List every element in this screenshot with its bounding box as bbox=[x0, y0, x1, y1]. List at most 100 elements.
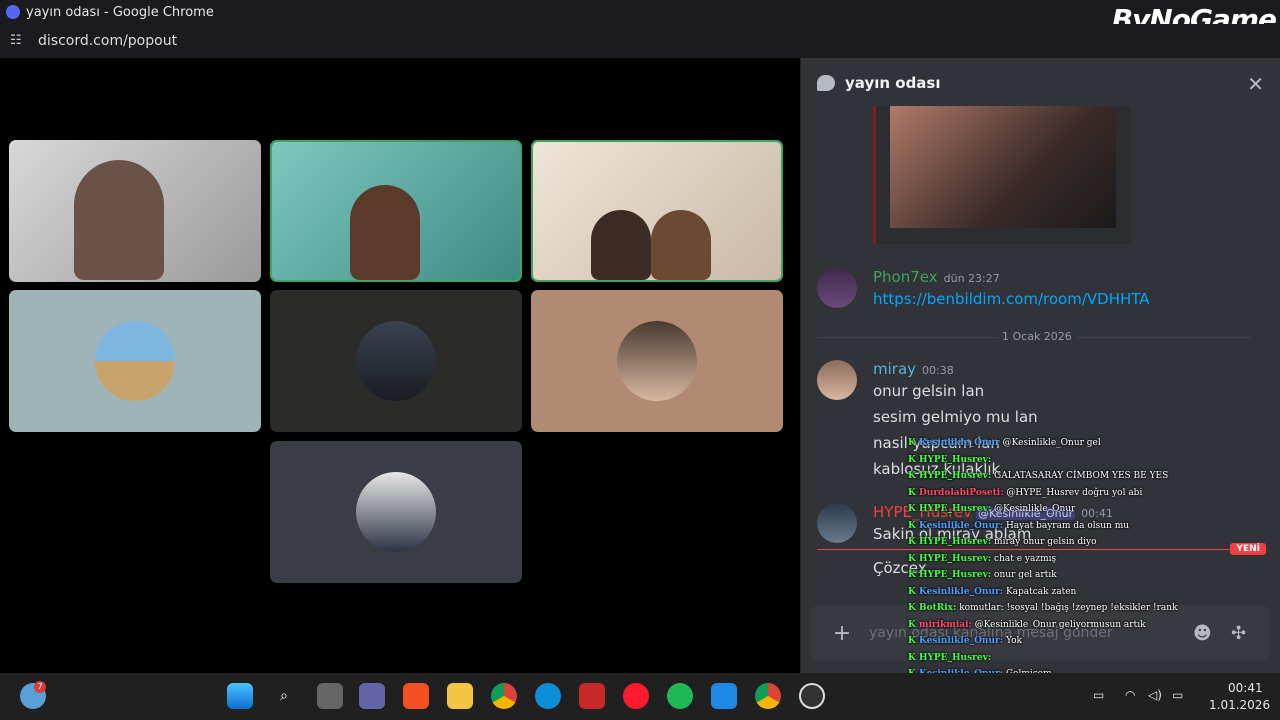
window-title: yayın odası - Google Chrome bbox=[26, 4, 214, 20]
channel-name: yayın odası bbox=[845, 74, 941, 92]
message-link[interactable]: https://benbildim.com/room/VDHHTA bbox=[873, 290, 1150, 308]
video-tile[interactable] bbox=[9, 140, 261, 282]
video-player-icon[interactable] bbox=[579, 683, 605, 709]
video-grid bbox=[0, 58, 800, 673]
overlay-badge-icon: K bbox=[908, 652, 919, 663]
new-messages-badge[interactable]: YENİ bbox=[1230, 543, 1266, 555]
start-icon[interactable] bbox=[227, 683, 253, 709]
add-attachment-icon[interactable]: + bbox=[827, 621, 857, 646]
spotify-icon[interactable] bbox=[667, 683, 693, 709]
overlay-badge-icon: K bbox=[908, 487, 919, 498]
overlay-username: DurdolabiPoseti: bbox=[918, 487, 1004, 498]
message-author[interactable]: miray bbox=[873, 360, 916, 378]
battery-icon[interactable]: ▭ bbox=[1172, 688, 1183, 702]
overlay-badge-icon: K bbox=[908, 603, 919, 613]
address-bar[interactable]: ☷ discord.com/popout bbox=[0, 24, 1280, 58]
chrome-icon[interactable] bbox=[491, 683, 517, 709]
video-tile[interactable] bbox=[531, 290, 783, 432]
overlay-chat-line: K Kesinlikle_Onur: Kapatcak zaten bbox=[908, 587, 1188, 604]
browser-titlebar: yayın odası - Google Chrome bbox=[0, 0, 1280, 24]
clock-date[interactable]: 1.01.2026 bbox=[1209, 698, 1270, 712]
url-text: discord.com/popout bbox=[38, 33, 178, 49]
overlay-badge-icon: K bbox=[908, 454, 919, 465]
video-tile[interactable] bbox=[531, 140, 783, 282]
weather-badge: 7 bbox=[34, 681, 46, 693]
video-tile[interactable] bbox=[270, 140, 522, 282]
overlay-username: HYPE_Husrev: bbox=[918, 537, 992, 547]
date-divider-label: 1 Ocak 2026 bbox=[998, 330, 1076, 343]
overlay-badge-icon: K bbox=[908, 471, 919, 481]
discord-icon bbox=[6, 5, 20, 19]
overlay-chat-line: K HYPE_Husrev: onur gel artık bbox=[908, 570, 1188, 587]
opera-icon[interactable] bbox=[623, 683, 649, 709]
video-tile[interactable] bbox=[9, 290, 261, 432]
keyboard-icon[interactable]: ▭ bbox=[1093, 688, 1104, 702]
message-time: dün 23:27 bbox=[943, 272, 1000, 285]
overlay-username: BotRix: bbox=[918, 603, 957, 613]
overlay-message: onur gel artık bbox=[994, 570, 1057, 580]
message-author[interactable]: Phon7ex bbox=[873, 268, 938, 286]
store-icon[interactable] bbox=[403, 683, 429, 709]
vpn-icon[interactable] bbox=[711, 683, 737, 709]
avatar[interactable] bbox=[817, 503, 857, 543]
overlay-chat-line: K mirikmiai: @Kesinlikle_Onur geliyormus… bbox=[908, 620, 1188, 637]
embed-image[interactable] bbox=[873, 106, 1131, 244]
overlay-badge-icon: K bbox=[908, 586, 919, 597]
message-time: 00:38 bbox=[922, 364, 954, 377]
overlay-username: mirikmiai: bbox=[918, 619, 972, 630]
video-tile[interactable] bbox=[270, 441, 522, 583]
overlay-message: miray onur gelsin diyo bbox=[994, 537, 1097, 547]
message-line: sesim gelmiyo mu lan bbox=[873, 408, 1038, 426]
overlay-badge-icon: K bbox=[908, 636, 919, 646]
teams-icon[interactable] bbox=[359, 683, 385, 709]
overlay-chat-line: K HYPE_Husrev: bbox=[908, 653, 1188, 670]
overlay-message: GALATASARAY CİMBOM YES BE YES bbox=[994, 471, 1169, 481]
overlay-message: Hayat bayram da olsun mu bbox=[1005, 520, 1130, 531]
site-settings-icon[interactable]: ☷ bbox=[10, 33, 26, 49]
overlay-badge-icon: K bbox=[908, 504, 919, 514]
apps-icon[interactable]: ✣ bbox=[1231, 623, 1246, 644]
overlay-message: @Kesinlikle_Onur gel bbox=[1002, 438, 1101, 448]
overlay-chat-line: K Kesinlikle_Onur @Kesinlikle_Onur gel bbox=[908, 438, 1188, 455]
overlay-chat-line: K HYPE_Husrev: @Kesinlikle_Onur bbox=[908, 504, 1188, 521]
avatar[interactable] bbox=[817, 360, 857, 400]
video-tile[interactable] bbox=[270, 290, 522, 432]
overlay-username: Kesinlikle_Onur bbox=[918, 438, 1000, 448]
taskbar: 7 ⌕ ▭ ◠ ◁) ▭ 00:41 1.01.2026 bbox=[0, 673, 1280, 720]
overlay-message: Yok bbox=[1005, 636, 1022, 646]
message-line: onur gelsin lan bbox=[873, 382, 985, 400]
overlay-badge-icon: K bbox=[908, 570, 919, 580]
emoji-icon[interactable]: ☻ bbox=[1193, 623, 1212, 644]
overlay-badge-icon: K bbox=[908, 438, 919, 448]
avatar bbox=[95, 321, 175, 401]
thread-icon bbox=[817, 75, 835, 91]
overlay-username: Kesinlikle_Onur: bbox=[918, 586, 1004, 597]
chrome-profile-icon[interactable] bbox=[755, 683, 781, 709]
overlay-chat-line: K Kesinlikle_Onur: Hayat bayram da olsun… bbox=[908, 521, 1188, 538]
overlay-username: Kesinlikle_Onur: bbox=[918, 636, 1004, 646]
file-explorer-icon[interactable] bbox=[447, 683, 473, 709]
overlay-message: @Kesinlikle_Onur geliyormusun artık bbox=[974, 619, 1146, 630]
overlay-message: komutlar: !sosyal !bağış !zeynep !eksikl… bbox=[959, 603, 1178, 613]
avatar[interactable] bbox=[817, 268, 857, 308]
overlay-chat-line: K HYPE_Husrev: chat e yazmış bbox=[908, 554, 1188, 571]
edge-icon[interactable] bbox=[535, 683, 561, 709]
overlay-message: chat e yazmış bbox=[994, 553, 1057, 564]
clock-time[interactable]: 00:41 bbox=[1228, 681, 1263, 695]
overlay-message: @HYPE_Husrev doğru yol abi bbox=[1006, 487, 1143, 498]
avatar bbox=[617, 321, 697, 401]
overlay-chat-line: K HYPE_Husrev: miray onur gelsin diyo bbox=[908, 537, 1188, 554]
overlay-username: HYPE_Husrev: bbox=[918, 652, 992, 663]
overlay-badge-icon: K bbox=[908, 520, 919, 531]
overlay-chat-line: K HYPE_Husrev: bbox=[908, 455, 1188, 472]
wifi-icon[interactable]: ◠ bbox=[1125, 688, 1135, 702]
volume-icon[interactable]: ◁) bbox=[1148, 688, 1162, 702]
overlay-username: HYPE_Husrev: bbox=[918, 471, 992, 481]
search-icon[interactable]: ⌕ bbox=[271, 683, 297, 709]
task-view-icon[interactable] bbox=[317, 683, 343, 709]
close-icon[interactable]: ✕ bbox=[1247, 72, 1264, 96]
overlay-username: HYPE_Husrev: bbox=[918, 454, 992, 465]
overlay-message: Kapatcak zaten bbox=[1005, 586, 1077, 597]
overlay-badge-icon: K bbox=[908, 537, 919, 547]
obs-icon[interactable] bbox=[799, 683, 825, 709]
